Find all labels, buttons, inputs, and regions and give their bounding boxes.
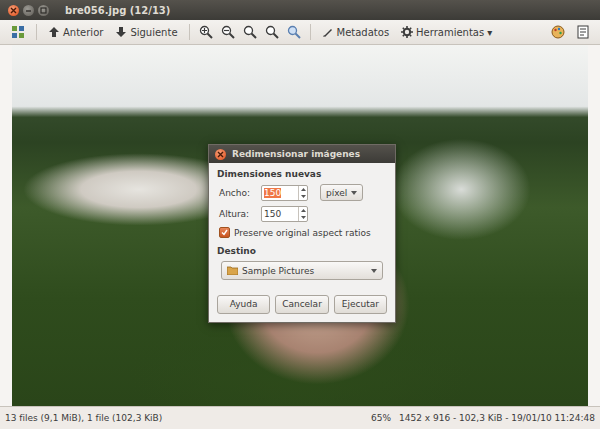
height-field[interactable]: 150 <box>262 207 298 221</box>
up-arrow-icon <box>48 26 60 38</box>
window-title: bre056.jpg (12/13) <box>65 5 170 16</box>
execute-button[interactable]: Ejecutar <box>334 295 387 314</box>
height-row: Altura: 150 <box>217 206 387 222</box>
status-files: 13 files (9,1 MiB), 1 file (102,3 KiB) <box>5 413 162 423</box>
destination-dropdown[interactable]: Sample Pictures <box>221 261 383 280</box>
width-field[interactable]: 150 <box>262 186 298 200</box>
toolbar-button[interactable]: Anterior <box>43 24 108 40</box>
toolbar-label: Anterior <box>63 27 103 38</box>
unit-value: píxel <box>326 188 347 198</box>
image-viewer: Redimensionar imágenes Dimensiones nuevas… <box>0 45 600 406</box>
toolbar-separator <box>310 24 311 40</box>
edit-button[interactable] <box>546 23 570 41</box>
thumbnails-icon <box>11 25 25 39</box>
height-spinbox[interactable]: 150 <box>261 206 308 222</box>
toolbar: Anterior Siguiente Metadatos Herramientas▾ <box>0 20 600 45</box>
folder-icon <box>227 266 238 275</box>
toolbar-button[interactable]: Metadatos <box>317 24 395 40</box>
spin-down-icon[interactable] <box>301 216 306 219</box>
dropdown-arrow-icon <box>351 191 357 195</box>
zoom-button[interactable] <box>196 23 216 41</box>
toolbar-label: Herramientas <box>416 27 484 38</box>
dialog-title-bar: Redimensionar imágenes <box>209 145 395 163</box>
check-icon <box>221 229 228 236</box>
width-spin-buttons[interactable] <box>298 186 307 200</box>
zoom-button[interactable] <box>284 23 304 41</box>
toolbar-separator <box>36 24 37 40</box>
spin-up-icon[interactable] <box>301 188 306 191</box>
zoom-button[interactable] <box>240 23 260 41</box>
close-icon <box>217 151 224 158</box>
dialog-body: Dimensiones nuevas Ancho: 150 píxel Altura: 1… <box>209 163 395 322</box>
minimize-button[interactable] <box>23 5 34 16</box>
status-bar: 13 files (9,1 MiB), 1 file (102,3 KiB) 65… <box>0 406 600 429</box>
destination-value: Sample Pictures <box>242 266 367 276</box>
preserve-label: Preserve original aspect ratios <box>234 228 371 238</box>
maximize-button[interactable] <box>38 5 49 16</box>
toolbar-label: Siguiente <box>130 27 177 38</box>
height-spin-buttons[interactable] <box>298 207 307 221</box>
palette-icon <box>551 25 565 39</box>
zoom-fit-icon <box>265 25 279 39</box>
spin-up-icon[interactable] <box>301 209 306 212</box>
zoom-out-icon <box>221 25 235 39</box>
height-value: 150 <box>264 209 281 219</box>
properties-button[interactable] <box>572 23 594 41</box>
dialog-close-button[interactable] <box>215 149 226 160</box>
preserve-checkbox[interactable] <box>219 227 230 238</box>
close-button[interactable] <box>8 5 19 16</box>
width-value: 150 <box>264 188 281 198</box>
title-bar: bre056.jpg (12/13) <box>0 0 600 20</box>
gear-icon <box>401 26 413 38</box>
toolbar-button[interactable]: Herramientas▾ <box>396 24 497 40</box>
preserve-checkbox-row[interactable]: Preserve original aspect ratios <box>217 227 387 238</box>
pen-icon <box>322 26 334 38</box>
zoom-button[interactable] <box>218 23 238 41</box>
down-arrow-icon <box>115 26 127 38</box>
width-spinbox[interactable]: 150 <box>261 185 308 201</box>
maximize-icon <box>40 7 47 14</box>
width-row: Ancho: 150 píxel <box>217 184 387 201</box>
help-button[interactable]: Ayuda <box>217 295 270 314</box>
dropdown-arrow-icon <box>371 269 377 273</box>
zoom-button[interactable] <box>262 23 282 41</box>
toolbar-button[interactable]: Siguiente <box>110 24 182 40</box>
dialog-title: Redimensionar imágenes <box>232 149 360 159</box>
dialog-buttons: Ayuda Cancelar Ejecutar <box>217 295 387 314</box>
section-heading: Destino <box>217 246 387 256</box>
zoom-in-icon <box>199 25 213 39</box>
toolbar-label: Metadatos <box>337 27 390 38</box>
section-heading: Dimensiones nuevas <box>217 169 387 179</box>
resize-dialog: Redimensionar imágenes Dimensiones nuevas… <box>208 144 396 323</box>
status-info: 1452 x 916 - 102,3 KiB - 19/01/10 11:24:… <box>399 413 595 423</box>
dropdown-arrow: ▾ <box>487 27 492 38</box>
width-label: Ancho: <box>219 188 255 198</box>
document-icon <box>577 25 589 39</box>
minimize-icon <box>25 7 32 14</box>
browser-button[interactable] <box>6 23 30 41</box>
unit-dropdown[interactable]: píxel <box>320 184 363 201</box>
close-icon <box>10 7 17 14</box>
status-zoom: 65% <box>371 413 391 423</box>
cancel-button[interactable]: Cancelar <box>275 295 328 314</box>
zoom-fit-width-icon <box>287 25 301 39</box>
zoom-actual-icon <box>243 25 257 39</box>
toolbar-separator <box>189 24 190 40</box>
spin-down-icon[interactable] <box>301 195 306 198</box>
height-label: Altura: <box>219 209 255 219</box>
